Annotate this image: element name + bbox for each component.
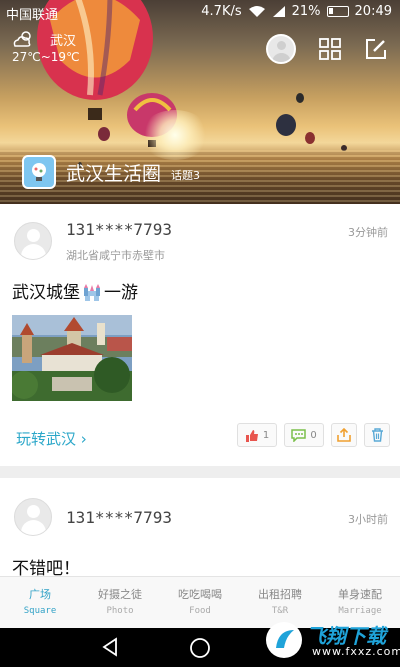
nav-sublabel: Square xyxy=(23,606,57,616)
weather-temp: 27℃~19℃ xyxy=(12,50,80,64)
header-banner: 中国联通 4.7K/s 21% 20:49 武汉 27℃~19℃ 武汉生活圈 话… xyxy=(0,0,400,204)
wifi-icon xyxy=(248,6,265,17)
nav-tab-food[interactable]: 吃吃喝喝 Food xyxy=(160,577,240,628)
clock: 20:49 xyxy=(354,4,392,19)
network-speed: 4.7K/s xyxy=(201,4,242,19)
comment-count: 0 xyxy=(310,429,317,441)
group-logo-icon xyxy=(22,155,56,189)
nav-label: 吃吃喝喝 xyxy=(178,588,222,601)
nav-sublabel: Photo xyxy=(106,606,134,616)
comment-icon xyxy=(291,428,307,442)
avatar[interactable] xyxy=(14,222,52,260)
post-card[interactable]: 131****7793 3小时前 不错吧！ xyxy=(0,478,400,579)
delete-button[interactable] xyxy=(364,423,390,447)
weather-city: 武汉 xyxy=(50,34,77,49)
back-icon[interactable] xyxy=(100,637,120,657)
post-username[interactable]: 131****7793 xyxy=(66,508,172,527)
group-header[interactable]: 武汉生活圈 话题3 xyxy=(22,155,200,189)
signal-icon xyxy=(272,6,285,17)
watermark-url: www.fxxz.com xyxy=(312,645,400,658)
post-title-text-2: 一游 xyxy=(104,283,138,303)
post-location: 湖北省咸宁市赤壁市 xyxy=(66,249,165,262)
home-icon[interactable] xyxy=(189,637,211,659)
battery-icon xyxy=(326,6,349,17)
castle-icon xyxy=(84,284,100,301)
avatar[interactable] xyxy=(14,498,52,536)
nav-label: 好摄之徒 xyxy=(98,588,142,601)
nav-label: 广场 xyxy=(29,588,51,601)
post-card[interactable]: 131****7793 3分钟前 湖北省咸宁市赤壁市 武汉城堡 一游 玩转武汉 … xyxy=(0,204,400,466)
thumbs-up-icon xyxy=(245,429,258,442)
carrier-label: 中国联通 xyxy=(6,8,59,23)
nav-label: 单身速配 xyxy=(338,588,382,601)
post-title-text: 武汉城堡 xyxy=(12,283,80,303)
post-username[interactable]: 131****7793 xyxy=(66,220,172,239)
trash-icon xyxy=(371,428,383,442)
status-bar: 中国联通 4.7K/s 21% 20:49 xyxy=(0,0,400,26)
edit-icon[interactable] xyxy=(364,37,388,61)
group-topic-count: 话题3 xyxy=(171,169,201,182)
post-time: 3小时前 xyxy=(348,513,388,526)
cloud-sun-icon xyxy=(13,31,31,47)
user-avatar-button[interactable] xyxy=(266,34,296,64)
nav-sublabel: T&R xyxy=(271,606,289,616)
post-image[interactable] xyxy=(12,315,132,401)
post-title[interactable]: 武汉城堡 一游 xyxy=(12,278,138,303)
post-time: 3分钟前 xyxy=(348,226,388,239)
share-icon xyxy=(337,428,351,442)
nav-tab-photo[interactable]: 好摄之徒 Photo xyxy=(80,577,160,628)
nav-sublabel: Marriage xyxy=(338,606,382,616)
watermark-logo: 飞翔下载 www.fxxz.com xyxy=(264,618,400,662)
like-button[interactable]: 1 xyxy=(237,423,277,447)
group-name: 武汉生活圈 xyxy=(66,162,162,185)
watermark-icon xyxy=(266,622,302,658)
share-button[interactable] xyxy=(331,423,357,447)
nav-label: 出租招聘 xyxy=(258,588,302,601)
comment-button[interactable]: 0 xyxy=(284,423,324,447)
grid-icon[interactable] xyxy=(318,37,342,61)
topic-tag-link[interactable]: 玩转武汉 › xyxy=(16,428,87,449)
like-count: 1 xyxy=(262,429,270,441)
nav-sublabel: Food xyxy=(189,606,211,616)
battery-percent: 21% xyxy=(291,4,321,19)
nav-tab-square[interactable]: 广场 Square xyxy=(0,577,80,628)
